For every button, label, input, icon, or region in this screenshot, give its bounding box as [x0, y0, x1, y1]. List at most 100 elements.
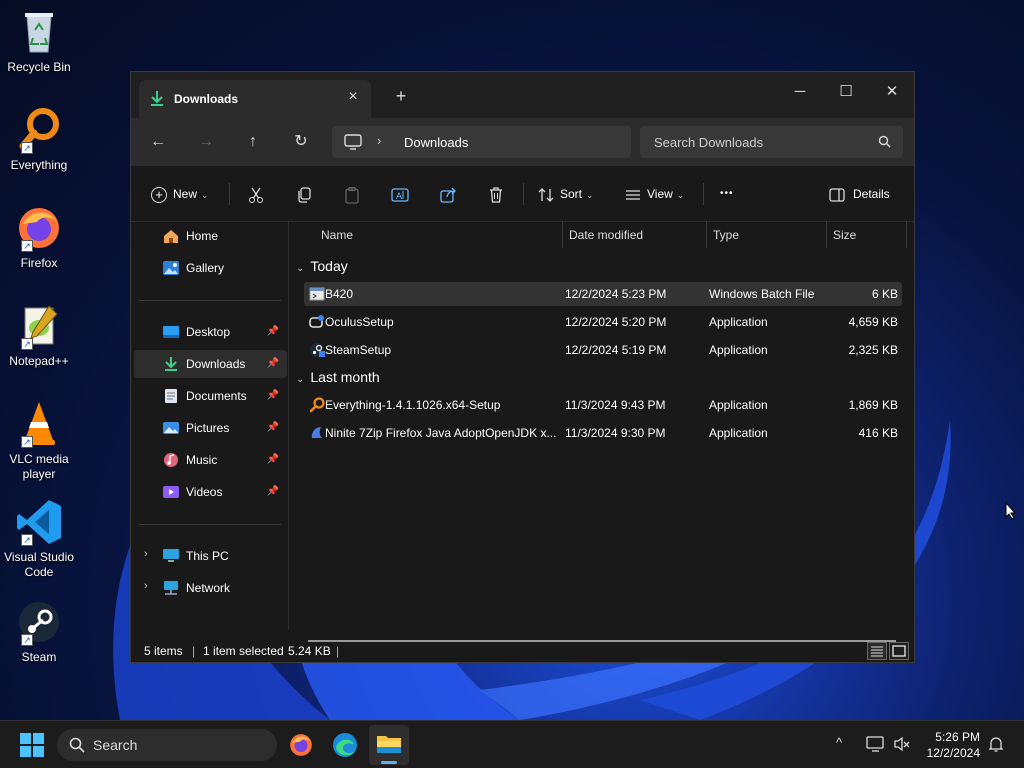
desktop-icon-notepadpp[interactable]: ↗ Notepad++ [4, 302, 74, 369]
start-button[interactable] [12, 725, 52, 765]
column-separator[interactable] [906, 222, 907, 248]
sidebar-item-pictures[interactable]: Pictures 📌 [134, 414, 287, 442]
sort-label: Sort [560, 187, 583, 201]
tab-downloads[interactable]: Downloads × [139, 80, 371, 118]
tab-close-icon[interactable]: × [345, 89, 361, 105]
column-header-date[interactable]: Date modified [569, 228, 643, 242]
file-date: 11/3/2024 9:43 PM [565, 398, 666, 412]
scissors-icon [249, 187, 263, 203]
desktop-icon-everything[interactable]: ↗ Everything [4, 106, 74, 173]
chevron-right-icon: › [377, 133, 382, 148]
desktop-icon-firefox[interactable]: ↗ Firefox [4, 204, 74, 271]
pin-icon[interactable]: 📌 [267, 358, 279, 369]
minimize-button[interactable]: ─ [777, 78, 823, 106]
sidebar-item-desktop[interactable]: Desktop 📌 [134, 318, 287, 346]
taskbar-edge[interactable] [325, 725, 365, 765]
table-row[interactable]: Everything-1.4.1.1026.x64-Setup 11/3/202… [304, 393, 902, 417]
file-name: Everything-1.4.1.1026.x64-Setup [325, 398, 501, 412]
forward-button[interactable]: → [193, 130, 219, 154]
taskbar-file-explorer[interactable] [369, 725, 409, 765]
pin-icon[interactable]: 📌 [267, 390, 279, 401]
share-button[interactable] [439, 183, 457, 205]
volume-muted-icon[interactable] [893, 735, 911, 756]
batch-file-icon [309, 286, 325, 302]
desktop-icon-steam[interactable]: ↗ Steam [4, 598, 74, 665]
divider [703, 183, 704, 205]
copy-button[interactable] [295, 183, 313, 205]
sidebar-item-label: Documents [186, 389, 247, 403]
network-status-icon[interactable] [866, 735, 886, 756]
details-pane-button[interactable]: Details [829, 183, 890, 205]
file-explorer-window: Downloads × + ─ ☐ ✕ ← → ↑ ↻ › Downloads … [130, 71, 915, 663]
sidebar-item-gallery[interactable]: Gallery [134, 254, 287, 282]
pin-icon[interactable]: 📌 [267, 422, 279, 433]
paste-button[interactable] [343, 183, 361, 205]
table-row[interactable]: Ninite 7Zip Firefox Java AdoptOpenJDK x.… [304, 421, 902, 445]
column-separator[interactable] [562, 222, 563, 248]
delete-button[interactable] [487, 183, 505, 205]
sidebar-item-music[interactable]: Music 📌 [134, 446, 287, 474]
pin-icon[interactable]: 📌 [267, 454, 279, 465]
edge-icon [333, 733, 357, 757]
sidebar-item-home[interactable]: Home [134, 222, 287, 250]
steam-icon: ↗ [15, 598, 63, 646]
back-button[interactable]: ← [145, 130, 171, 154]
file-type: Application [709, 398, 768, 412]
close-button[interactable]: ✕ [869, 78, 915, 106]
notification-bell-icon[interactable] [987, 735, 1005, 756]
column-header-size[interactable]: Size [833, 228, 856, 242]
system-clock[interactable]: 5:26 PM 12/2/2024 [927, 729, 980, 761]
documents-folder-icon [162, 388, 180, 404]
search-box[interactable]: Search Downloads [640, 126, 903, 158]
table-row[interactable]: B420 12/2/2024 5:23 PM Windows Batch Fil… [304, 282, 902, 306]
sidebar-item-videos[interactable]: Videos 📌 [134, 478, 287, 506]
desktop-icon-recycle-bin[interactable]: Recycle Bin [4, 8, 74, 75]
pin-icon[interactable]: 📌 [267, 326, 279, 337]
column-headers: Name Date modified Type Size [290, 222, 910, 248]
sidebar-item-documents[interactable]: Documents 📌 [134, 382, 287, 410]
table-row[interactable]: SteamSetup 12/2/2024 5:19 PM Application… [304, 338, 902, 362]
sidebar-item-downloads[interactable]: Downloads 📌 [134, 350, 287, 378]
sidebar-item-this-pc[interactable]: › This PC [134, 542, 287, 570]
maximize-button[interactable]: ☐ [823, 78, 869, 106]
pin-icon[interactable]: 📌 [267, 486, 279, 497]
up-button[interactable]: ↑ [240, 130, 266, 154]
sidebar-item-network[interactable]: › Network [134, 574, 287, 602]
everything-icon: ↗ [15, 106, 63, 154]
rename-button[interactable]: A [391, 183, 409, 205]
breadcrumb-downloads[interactable]: Downloads [404, 135, 468, 150]
desktop-icon-vlc[interactable]: ↗ VLC media player [4, 400, 74, 482]
refresh-button[interactable]: ↻ [288, 130, 314, 154]
sort-button[interactable]: Sort ⌄ [538, 183, 594, 205]
group-header-today[interactable]: ⌄ Today [296, 258, 348, 274]
new-button[interactable]: + New ⌄ [151, 183, 209, 205]
more-options-button[interactable]: ••• [720, 183, 734, 205]
details-label: Details [853, 187, 890, 201]
sidebar-item-label: Videos [186, 485, 223, 499]
details-pane-icon [829, 188, 845, 202]
chevron-right-icon[interactable]: › [144, 580, 148, 592]
chevron-down-icon: ⌄ [296, 374, 305, 385]
column-separator[interactable] [706, 222, 707, 248]
column-separator[interactable] [826, 222, 827, 248]
table-row[interactable]: OculusSetup 12/2/2024 5:20 PM Applicatio… [304, 310, 902, 334]
chevron-up-icon[interactable]: ^ [836, 735, 842, 750]
taskbar-firefox[interactable] [281, 725, 321, 765]
column-header-type[interactable]: Type [713, 228, 739, 242]
desktop-icon-label: Firefox [20, 256, 58, 270]
file-type: Windows Batch File [709, 287, 815, 301]
desktop-icon-vscode[interactable]: ↗ Visual Studio Code [4, 498, 74, 580]
chevron-right-icon[interactable]: › [144, 548, 148, 560]
group-label: Last month [310, 369, 380, 385]
file-date: 12/2/2024 5:23 PM [565, 287, 667, 301]
view-button[interactable]: View ⌄ [625, 183, 684, 205]
taskbar-search[interactable]: Search [57, 729, 277, 761]
address-bar[interactable]: › Downloads [332, 126, 631, 158]
cut-button[interactable] [247, 183, 265, 205]
new-tab-button[interactable]: + [389, 86, 413, 106]
file-type: Application [709, 426, 768, 440]
details-view-button[interactable] [867, 642, 887, 660]
column-header-name[interactable]: Name [321, 228, 353, 242]
large-icons-view-button[interactable] [889, 642, 909, 660]
group-header-last-month[interactable]: ⌄ Last month [296, 369, 380, 385]
